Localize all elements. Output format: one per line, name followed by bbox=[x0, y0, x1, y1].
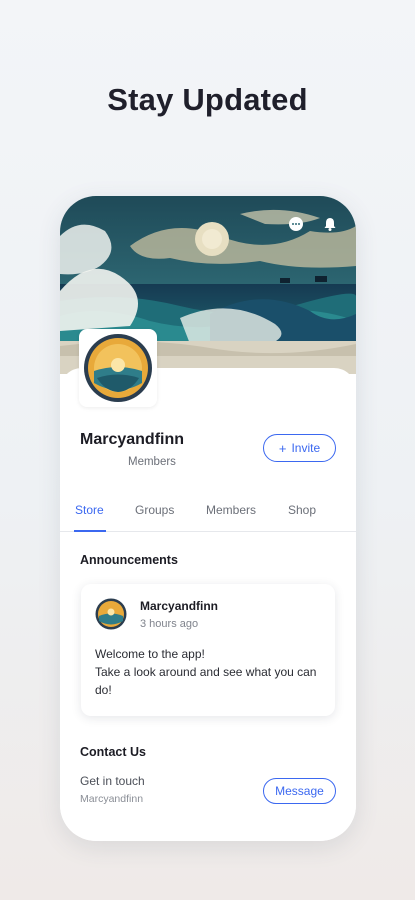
post-avatar bbox=[95, 598, 127, 630]
tab-members[interactable]: Members bbox=[206, 503, 256, 517]
profile-subtitle: Members bbox=[128, 456, 176, 468]
phone-frame: Marcyandfinn Members + Invite Store Grou… bbox=[60, 196, 356, 841]
page-headline: Stay Updated bbox=[107, 82, 308, 117]
tab-groups[interactable]: Groups bbox=[135, 503, 174, 517]
post-body: Welcome to the app! Take a look around a… bbox=[95, 645, 325, 699]
profile-avatar bbox=[79, 329, 157, 407]
post-author: Marcyandfinn bbox=[140, 599, 219, 613]
bell-icon[interactable] bbox=[320, 214, 340, 234]
contact-title: Contact Us bbox=[80, 745, 146, 759]
active-tab-indicator bbox=[74, 530, 106, 532]
invite-label: Invite bbox=[291, 441, 321, 455]
contact-label: Get in touch bbox=[80, 774, 145, 788]
message-button[interactable]: Message bbox=[263, 778, 336, 804]
tab-shop[interactable]: Shop bbox=[288, 503, 316, 517]
contact-subtitle: Marcyandfinn bbox=[80, 793, 144, 805]
plus-icon: + bbox=[278, 440, 287, 456]
tab-bar: Store Groups Members Shop bbox=[60, 496, 356, 532]
chat-icon[interactable] bbox=[286, 214, 306, 234]
tab-store[interactable]: Store bbox=[75, 503, 104, 517]
post-line-1: Welcome to the app! bbox=[95, 647, 205, 661]
post-line-2: Take a look around and see what you can … bbox=[95, 665, 317, 697]
profile-name: Marcyandfinn bbox=[80, 431, 185, 448]
invite-button[interactable]: + Invite bbox=[263, 434, 336, 462]
announcement-card[interactable]: Marcyandfinn 3 hours ago Welcome to the … bbox=[81, 584, 335, 716]
announcements-title: Announcements bbox=[80, 553, 178, 567]
post-timestamp: 3 hours ago bbox=[140, 618, 199, 630]
